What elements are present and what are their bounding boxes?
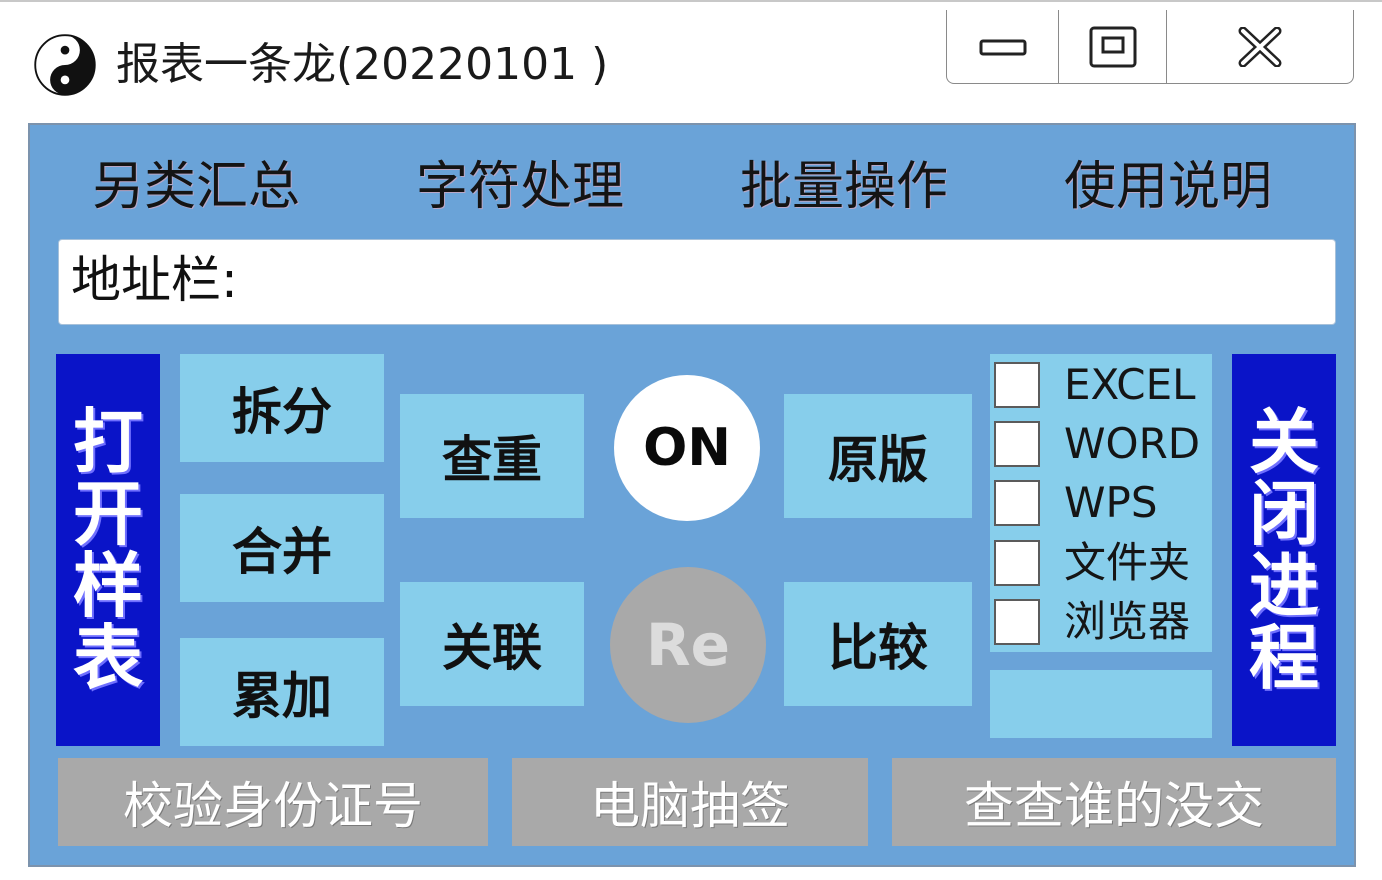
- dedupe-button[interactable]: 查重: [400, 394, 584, 518]
- checkbox-row-word[interactable]: WORD: [994, 417, 1212, 471]
- browser-label: 浏览器: [1064, 597, 1191, 646]
- original-button[interactable]: 原版: [784, 394, 972, 518]
- address-bar[interactable]: 地址栏:: [58, 239, 1336, 325]
- folder-label: 文件夹: [1064, 538, 1191, 587]
- on-button[interactable]: ON: [614, 375, 760, 521]
- checkbox-row-excel[interactable]: EXCEL: [994, 358, 1212, 412]
- browser-checkbox[interactable]: [994, 599, 1040, 645]
- app-window: 报表一条龙(20220101 ) 另类汇总 字符处理 批量操作 使用说明 地址栏…: [0, 0, 1382, 880]
- title-bar[interactable]: 报表一条龙(20220101 ): [0, 2, 1382, 114]
- address-label: 地址栏:: [71, 251, 238, 309]
- window-title: 报表一条龙(20220101 ): [116, 39, 609, 90]
- checkbox-row-browser[interactable]: 浏览器: [994, 595, 1212, 649]
- excel-label: EXCEL: [1064, 360, 1196, 409]
- compare-button[interactable]: 比较: [784, 582, 972, 706]
- main-panel: 另类汇总 字符处理 批量操作 使用说明 地址栏: 打开样表 拆分 合并 累加 查…: [28, 123, 1356, 867]
- close-process-label: 关闭进程: [1249, 401, 1319, 699]
- accumulate-button[interactable]: 累加: [180, 638, 384, 746]
- relate-button[interactable]: 关联: [400, 582, 584, 706]
- menu-bar: 另类汇总 字符处理 批量操作 使用说明: [30, 147, 1358, 227]
- merge-button[interactable]: 合并: [180, 494, 384, 602]
- window-controls: [946, 10, 1354, 84]
- folder-checkbox[interactable]: [994, 540, 1040, 586]
- yin-yang-icon: [34, 34, 96, 96]
- close-process-button[interactable]: 关闭进程: [1232, 354, 1336, 746]
- word-checkbox[interactable]: [994, 421, 1040, 467]
- close-window-button[interactable]: [1167, 10, 1353, 83]
- open-template-button[interactable]: 打开样表: [56, 354, 160, 746]
- excel-checkbox[interactable]: [994, 362, 1040, 408]
- checkbox-row-wps[interactable]: WPS: [994, 476, 1212, 530]
- draw-lots-button[interactable]: 电脑抽签: [512, 758, 868, 846]
- open-template-label: 打开样表: [73, 401, 143, 699]
- checkbox-row-folder[interactable]: 文件夹: [994, 536, 1212, 590]
- menu-instructions[interactable]: 使用说明: [1064, 147, 1272, 227]
- minimize-icon: [979, 39, 1026, 55]
- split-button[interactable]: 拆分: [180, 354, 384, 462]
- word-label: WORD: [1064, 419, 1201, 468]
- close-icon: [1238, 26, 1282, 67]
- target-checkbox-panel: EXCEL WORD WPS 文件夹 浏览器: [990, 354, 1212, 652]
- minimize-button[interactable]: [947, 10, 1059, 83]
- wps-checkbox[interactable]: [994, 480, 1040, 526]
- re-button[interactable]: Re: [610, 567, 766, 723]
- status-box: [990, 670, 1212, 738]
- maximize-icon: [1089, 26, 1136, 67]
- menu-batch-operations[interactable]: 批量操作: [740, 147, 948, 227]
- id-check-button[interactable]: 校验身份证号: [58, 758, 488, 846]
- menu-text-processing[interactable]: 字符处理: [416, 147, 624, 227]
- address-input[interactable]: [299, 250, 1323, 316]
- maximize-button[interactable]: [1059, 10, 1167, 83]
- wps-label: WPS: [1064, 478, 1158, 527]
- missing-submission-button[interactable]: 查查谁的没交: [892, 758, 1336, 846]
- menu-alt-summary[interactable]: 另类汇总: [92, 147, 300, 227]
